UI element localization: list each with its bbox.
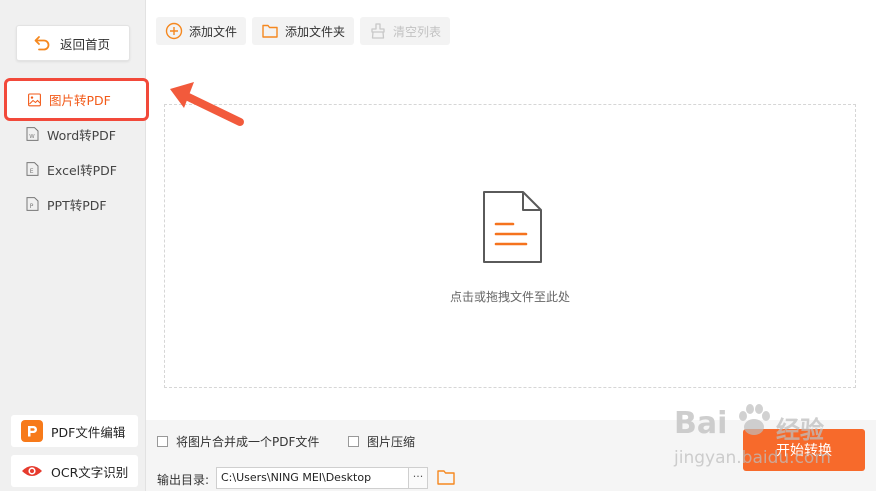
excel-file-icon: E (26, 162, 39, 176)
ocr-label: OCR文字识别 (51, 464, 129, 480)
file-drop-zone[interactable]: 点击或拖拽文件至此处 (164, 104, 856, 388)
clear-list-label: 清空列表 (393, 24, 442, 39)
eye-icon (21, 460, 43, 482)
add-folder-label: 添加文件夹 (285, 24, 346, 39)
add-folder-button[interactable]: 添加文件夹 (252, 17, 355, 45)
drop-hint-text: 点击或拖拽文件至此处 (449, 290, 570, 304)
sidebar-item-word-to-pdf[interactable]: W Word转PDF (0, 117, 146, 151)
document-icon (483, 191, 542, 263)
pdf-edit-button[interactable]: PDF文件编辑 (11, 415, 138, 447)
pdf-edit-icon (21, 420, 43, 442)
sidebar-item-label: Excel转PDF (47, 162, 117, 178)
browse-button[interactable]: ··· (408, 467, 428, 489)
plus-circle-icon (165, 22, 183, 40)
sidebar-item-label: PPT转PDF (47, 197, 107, 213)
sidebar-item-image-to-pdf[interactable]: 图片转PDF (4, 78, 149, 121)
back-home-button[interactable]: 返回首页 (16, 25, 130, 61)
sidebar: 返回首页 图片转PDF W Word转PDF E Excel转PDF P PPT… (0, 0, 149, 491)
sidebar-item-excel-to-pdf[interactable]: E Excel转PDF (0, 152, 146, 186)
ppt-file-icon: P (26, 197, 39, 211)
sidebar-item-label: Word转PDF (47, 127, 116, 143)
svg-text:W: W (29, 134, 35, 140)
image-file-icon (28, 92, 41, 106)
start-convert-button[interactable]: 开始转换 (743, 429, 865, 471)
add-file-button[interactable]: 添加文件 (156, 17, 247, 45)
merge-images-checkbox[interactable]: 将图片合并成一个PDF文件 (157, 433, 319, 450)
clear-list-button[interactable]: 清空列表 (360, 17, 451, 45)
sidebar-item-label: 图片转PDF (49, 93, 111, 108)
annotation-arrow-icon (170, 82, 244, 126)
checkbox-box[interactable] (157, 436, 168, 447)
return-arrow-icon (34, 36, 50, 51)
word-file-icon: W (26, 127, 39, 141)
checkbox-box[interactable] (348, 436, 359, 447)
svg-text:E: E (30, 168, 34, 175)
svg-text:P: P (30, 203, 34, 210)
pdf-edit-label: PDF文件编辑 (51, 424, 126, 440)
output-dir-input[interactable]: C:\Users\NING MEI\Desktop (216, 467, 428, 489)
merge-images-label: 将图片合并成一个PDF文件 (176, 435, 320, 449)
add-file-label: 添加文件 (189, 24, 238, 39)
output-dir-label: 输出目录: (157, 473, 210, 487)
open-folder-icon[interactable] (436, 468, 456, 486)
compress-images-checkbox[interactable]: 图片压缩 (348, 433, 415, 450)
broom-icon (371, 23, 385, 39)
back-home-label: 返回首页 (60, 36, 111, 52)
sidebar-item-ppt-to-pdf[interactable]: P PPT转PDF (0, 187, 146, 221)
folder-icon (262, 24, 278, 38)
ocr-button[interactable]: OCR文字识别 (11, 455, 138, 487)
compress-images-label: 图片压缩 (367, 435, 416, 449)
